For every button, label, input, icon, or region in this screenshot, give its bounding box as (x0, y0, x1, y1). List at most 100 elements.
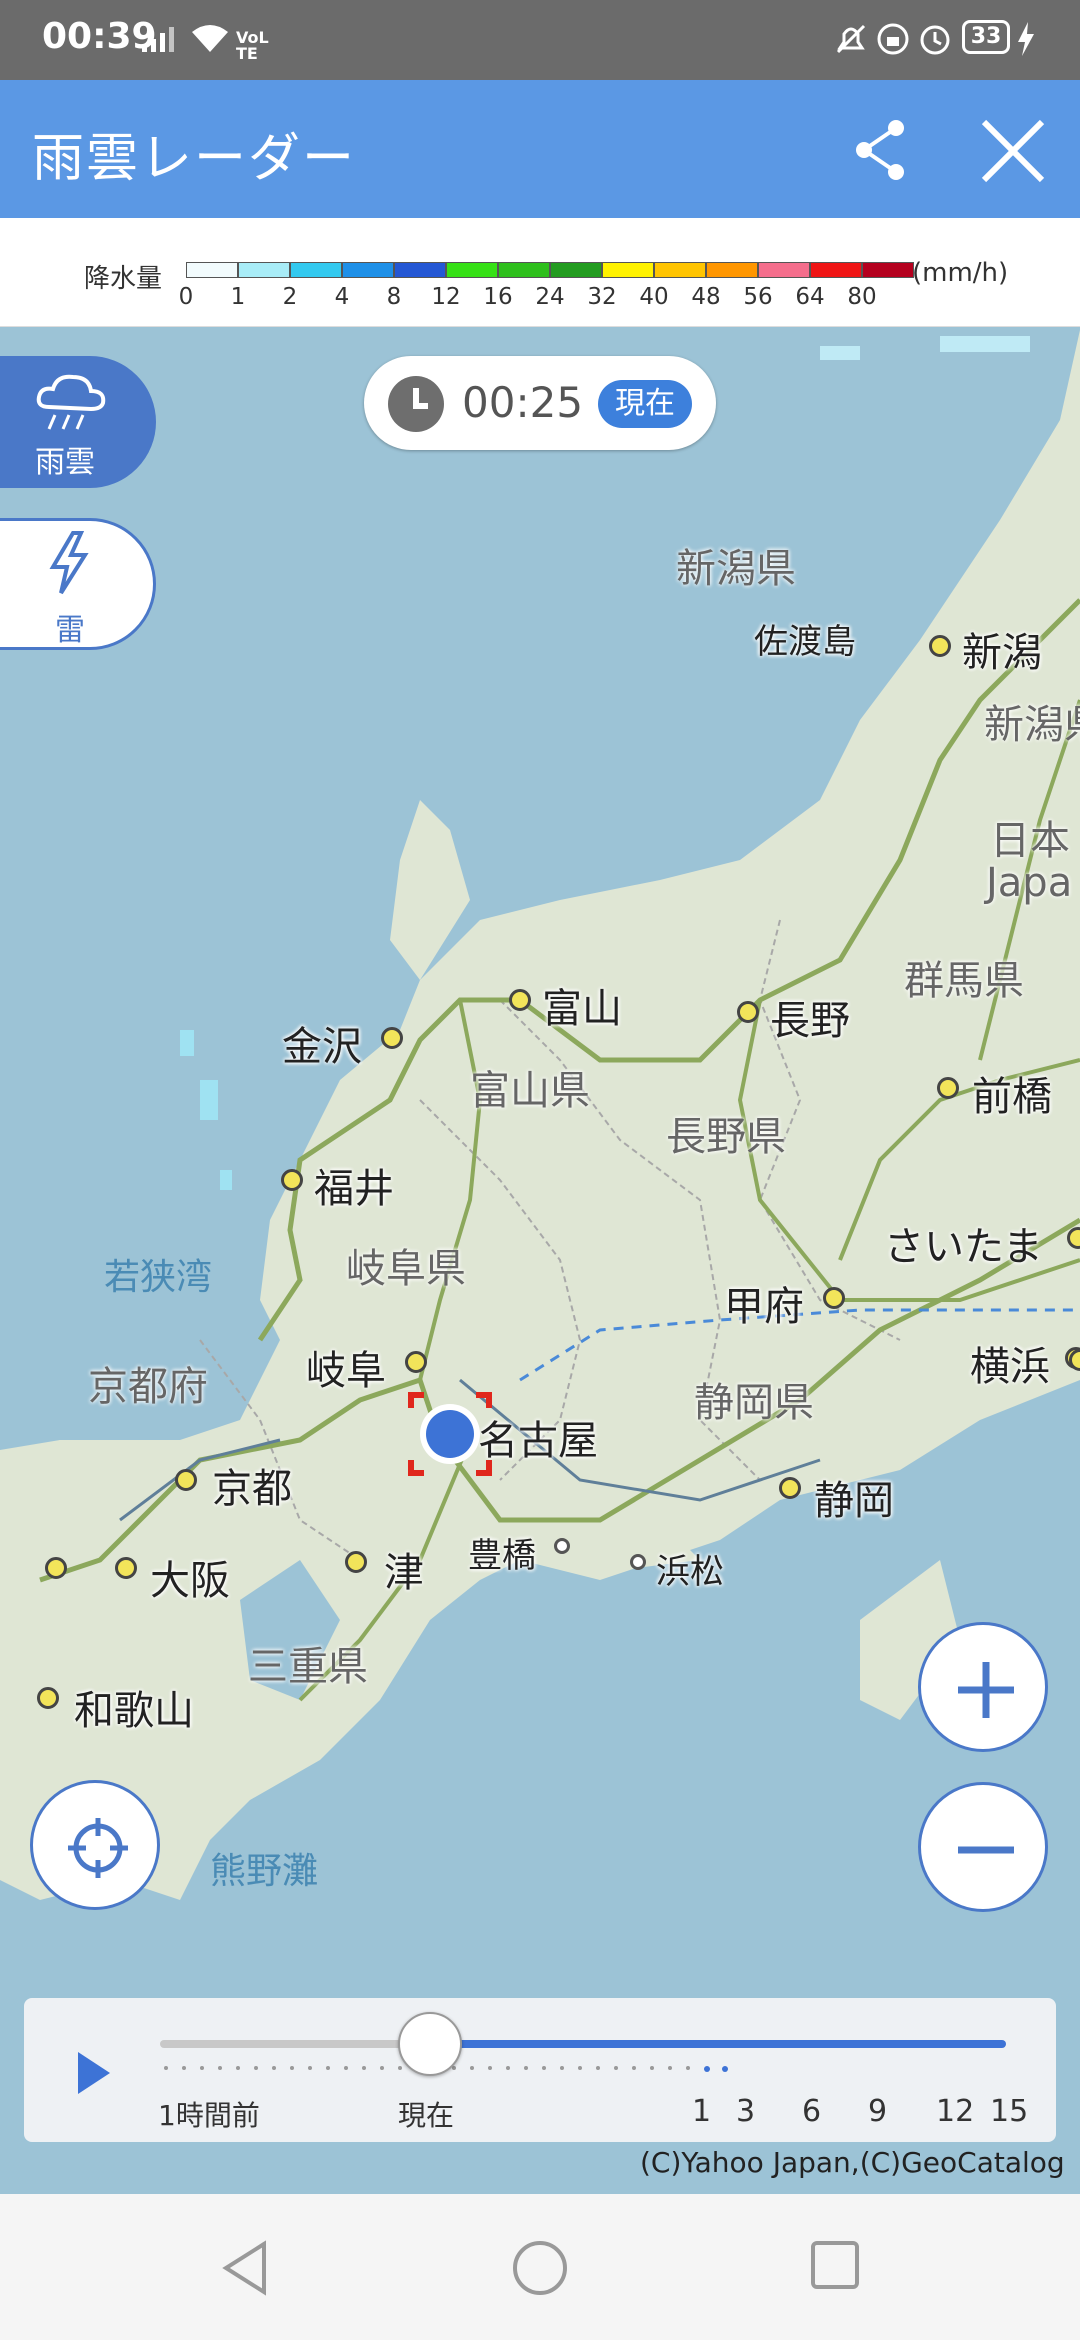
app-header: 雨雲レーダー (0, 80, 1080, 218)
timeline-dot (506, 2066, 510, 2070)
map-label-wakasa: 若狭湾 (104, 1257, 213, 1298)
timeline-dot (560, 2066, 564, 2070)
share-button[interactable] (848, 116, 914, 182)
legend-tick: 32 (587, 284, 617, 310)
map-label-toyohashi: 豊橋 (468, 1536, 536, 1576)
legend-tick: 0 (178, 284, 194, 310)
legend-swatch (550, 262, 602, 278)
map-label-kanazawa: 金沢 (282, 1024, 362, 1070)
city-marker (823, 1287, 845, 1309)
timeline-dot (722, 2066, 728, 2072)
timeline-dot (704, 2066, 710, 2072)
timeline-dot (236, 2066, 240, 2070)
locate-button[interactable] (30, 1780, 160, 1910)
signal-icon (142, 26, 178, 56)
timeline-dot (614, 2066, 618, 2070)
map-label-kyoto: 京都 (212, 1466, 292, 1512)
clock-icon (388, 376, 444, 432)
timeline-dot (542, 2066, 546, 2070)
timeline-hour-label: 3 (736, 2094, 756, 2129)
system-nav-bar (0, 2194, 1080, 2340)
city-marker (45, 1557, 67, 1579)
map-label-maebashi: 前橋 (972, 1074, 1052, 1120)
rain-cloud-icon (36, 374, 106, 430)
map-label-nagano: 長野 (770, 998, 850, 1044)
close-icon (981, 119, 1045, 183)
timeline-hour-label: 15 (990, 2094, 1029, 2129)
share-icon (856, 120, 904, 180)
timeline-dot (200, 2066, 204, 2070)
legend-swatch (238, 262, 290, 278)
map-label-kofu: 甲府 (724, 1284, 804, 1330)
map-label-niigata_ken: 新潟県 (676, 546, 796, 592)
legend-swatch (446, 262, 498, 278)
radar-time: 00:25 (462, 378, 584, 427)
map-label-mie_ken: 三重県 (248, 1644, 368, 1690)
map-label-nagano_ken: 長野県 (666, 1114, 786, 1160)
precipitation-legend: 降水量 0 1 2 4 8 12 16 24 32 40 48 56 64 80 (mm/h) (0, 218, 1080, 327)
timeline-dot (668, 2066, 672, 2070)
back-nav-icon[interactable] (220, 2240, 270, 2296)
timeline-track-future[interactable] (444, 2040, 1006, 2048)
crosshair-icon (68, 1818, 128, 1878)
layer-rain-button[interactable]: 雨雲 (0, 356, 156, 488)
city-marker (175, 1469, 197, 1491)
play-icon[interactable] (74, 2050, 114, 2096)
timeline-slider-thumb[interactable] (398, 2012, 462, 2076)
timeline-dot (182, 2066, 186, 2070)
layer-thunder-button[interactable]: 雷 (0, 518, 156, 650)
city-marker (554, 1538, 570, 1554)
legend-tick: 40 (639, 284, 669, 310)
legend-tick: 4 (334, 284, 350, 310)
map-label-tsu: 津 (384, 1550, 424, 1596)
lock-rotation-icon (876, 22, 910, 60)
legend-swatch (394, 262, 446, 278)
status-bar: 00:39 VoLTE 33 (0, 0, 1080, 80)
legend-tick: 2 (282, 284, 298, 310)
timeline-dot (578, 2066, 582, 2070)
legend-tick: 24 (535, 284, 565, 310)
map-label-yokohama: 横浜 (970, 1344, 1050, 1390)
layer-thunder-label: 雷 (55, 613, 85, 648)
plus-icon (958, 1662, 1014, 1718)
timeline-dot (398, 2066, 402, 2070)
legend-swatch (862, 262, 914, 278)
legend-tick: 48 (691, 284, 721, 310)
legend-tick: 56 (743, 284, 773, 310)
zoom-in-button[interactable] (918, 1622, 1048, 1752)
now-badge: 現在 (598, 380, 692, 428)
map-label-hamamatsu: 浜松 (656, 1552, 724, 1592)
map-label-japan_en: Japa (986, 860, 1073, 906)
zoom-out-button[interactable] (918, 1782, 1048, 1912)
close-button[interactable] (980, 118, 1046, 184)
timeline-hour-label: 6 (802, 2094, 822, 2129)
volte-label: VoLTE (236, 28, 269, 63)
city-marker (937, 1077, 959, 1099)
map-label-japan_ja: 日本 (990, 818, 1070, 864)
timeline-dot (218, 2066, 222, 2070)
map-label-kyoto_fu: 京都府 (88, 1364, 208, 1410)
recents-nav-icon[interactable] (810, 2240, 860, 2290)
layer-rain-label: 雨雲 (35, 445, 95, 480)
current-location-marker (406, 1390, 494, 1478)
legend-swatch (654, 262, 706, 278)
legend-swatch (342, 262, 394, 278)
timeline-dot (164, 2066, 168, 2070)
city-marker (381, 1027, 403, 1049)
legend-swatch (498, 262, 550, 278)
map-label-fukui: 福井 (314, 1166, 394, 1212)
legend-swatch (758, 262, 810, 278)
map-label-kumano: 熊野灘 (210, 1851, 319, 1892)
timeline-panel: 1時間前 現在 1 3 6 9 12 15 (24, 1998, 1056, 2142)
city-marker (281, 1169, 303, 1191)
map-label-nagoya: 名古屋 (478, 1418, 598, 1464)
map-label-niigata_ken_cut: 新潟県 (984, 702, 1080, 748)
lightning-icon (49, 531, 89, 595)
map[interactable]: 新潟新潟県佐渡島新潟県日本Japa群馬県富山金沢長野富山県前橋長野県福井さいたま… (0, 326, 1080, 2194)
minus-icon (958, 1846, 1014, 1854)
home-nav-icon[interactable] (512, 2240, 568, 2296)
timeline-dot (632, 2066, 636, 2070)
legend-swatch (290, 262, 342, 278)
timeline-dot (488, 2066, 492, 2070)
timeline-hour-label: 9 (868, 2094, 888, 2129)
